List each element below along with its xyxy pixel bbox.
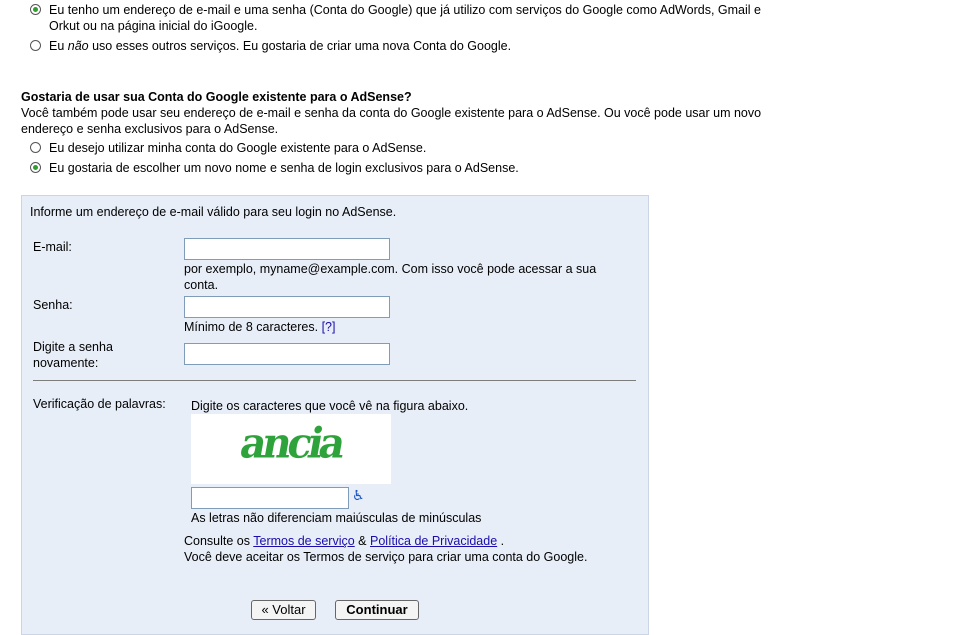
radio-use-existing-account[interactable] bbox=[30, 142, 41, 153]
terms-of-service-link[interactable]: Termos de serviço bbox=[253, 534, 354, 548]
adsense-question-desc-1: Você também pode usar seu endereço de e-… bbox=[21, 106, 762, 120]
password-help-link[interactable]: [?] bbox=[322, 320, 336, 334]
confirm-password-label-1: Digite a senha bbox=[33, 340, 113, 354]
email-field[interactable] bbox=[184, 238, 390, 260]
option-new-login-label: Eu gostaria de escolher um novo nome e s… bbox=[49, 161, 519, 175]
email-label: E-mail: bbox=[33, 240, 72, 254]
radio-existing-google-account[interactable] bbox=[30, 4, 41, 15]
terms-accept-notice: Você deve aceitar os Termos de serviço p… bbox=[184, 550, 588, 564]
option-existing-label-cont: Orkut ou na página inicial do iGoogle. bbox=[49, 19, 258, 33]
password-hint: Mínimo de 8 caracteres. [?] bbox=[184, 320, 336, 334]
continue-button[interactable]: Continuar bbox=[335, 600, 419, 620]
adsense-question-heading: Gostaria de usar sua Conta do Google exi… bbox=[21, 90, 412, 104]
confirm-password-field[interactable] bbox=[184, 343, 390, 365]
radio-new-adsense-login[interactable] bbox=[30, 162, 41, 173]
option-existing-label: Eu tenho um endereço de e-mail e uma sen… bbox=[49, 3, 761, 17]
option-new-label: Eu não uso esses outros serviços. Eu gos… bbox=[49, 39, 512, 53]
email-hint-1: por exemplo, myname@example.com. Com iss… bbox=[184, 262, 597, 276]
accessibility-icon[interactable]: ♿ bbox=[352, 487, 365, 504]
form-divider bbox=[33, 380, 636, 381]
verification-instructions: Digite os caracteres que você vê na figu… bbox=[191, 399, 469, 413]
password-label: Senha: bbox=[33, 298, 73, 312]
radio-new-google-account[interactable] bbox=[30, 40, 41, 51]
form-intro: Informe um endereço de e-mail válido par… bbox=[30, 205, 397, 219]
captcha-note: As letras não diferenciam maiúsculas de … bbox=[191, 511, 482, 525]
password-field[interactable] bbox=[184, 296, 390, 318]
terms-line: Consulte os Termos de serviço & Política… bbox=[184, 534, 505, 548]
adsense-question-desc-2: endereço e senha exclusivos para o AdSen… bbox=[21, 122, 279, 136]
verification-label: Verificação de palavras: bbox=[33, 397, 166, 411]
email-hint-2: conta. bbox=[184, 278, 219, 292]
back-button[interactable]: « Voltar bbox=[251, 600, 316, 620]
option-use-existing-label: Eu desejo utilizar minha conta do Google… bbox=[49, 141, 427, 155]
captcha-text: ancia bbox=[236, 418, 346, 469]
privacy-policy-link[interactable]: Política de Privacidade bbox=[370, 534, 497, 548]
captcha-input[interactable] bbox=[191, 487, 349, 509]
confirm-password-label-2: novamente: bbox=[33, 356, 99, 370]
captcha-image: ancia bbox=[191, 414, 391, 484]
